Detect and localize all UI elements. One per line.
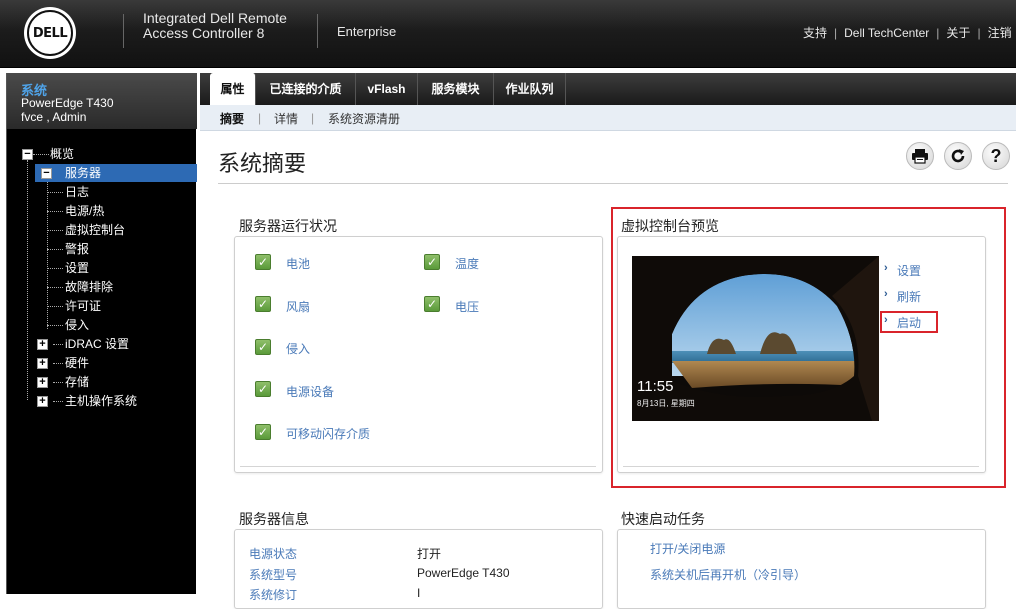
- tree-item-intrusion[interactable]: 侵入: [65, 316, 89, 334]
- tree-item-power-thermal[interactable]: 电源/热: [65, 202, 104, 220]
- product-name: Integrated Dell Remote Access Controller…: [143, 10, 287, 41]
- help-icon: ?: [990, 145, 1002, 166]
- sub-tabs: 摘要 | 详情 | 系统资源清册: [200, 105, 1016, 131]
- tree-item-host-os[interactable]: 主机操作系统: [65, 392, 137, 410]
- system-user: fvce , Admin: [21, 110, 87, 124]
- health-power-supplies-link[interactable]: 电源设备: [286, 383, 334, 400]
- subtab-system-inventory[interactable]: 系统资源清册: [328, 110, 400, 127]
- info-value-system-model: PowerEdge T430: [417, 566, 510, 580]
- status-ok-icon: ✓: [255, 381, 271, 397]
- subtab-details[interactable]: 详情: [274, 110, 298, 127]
- tree-selection: [35, 164, 197, 182]
- page-title: 系统摘要: [218, 151, 307, 176]
- health-intrusion-link[interactable]: 侵入: [286, 340, 310, 357]
- power-on-off-link[interactable]: 打开/关闭电源: [650, 540, 725, 557]
- annotation-highlight-box: [611, 207, 1006, 488]
- status-ok-icon: ✓: [255, 424, 271, 440]
- tree-item-virtual-console[interactable]: 虚拟控制台: [65, 221, 125, 239]
- info-key-power-state: 电源状态: [249, 547, 298, 561]
- print-button[interactable]: [906, 142, 934, 170]
- server-info-title: 服务器信息: [239, 511, 309, 527]
- expand-icon[interactable]: +: [37, 358, 48, 369]
- subtab-summary[interactable]: 摘要: [220, 110, 244, 127]
- tree-item-idrac-settings[interactable]: iDRAC 设置: [65, 335, 129, 353]
- tab-vflash[interactable]: vFlash: [356, 73, 418, 105]
- server-health-title: 服务器运行状况: [239, 218, 337, 234]
- info-key-system-model: 系统型号: [249, 568, 298, 582]
- health-battery-link[interactable]: 电池: [286, 255, 310, 272]
- annotation-highlight-launch: [880, 311, 938, 333]
- tab-job-queue[interactable]: 作业队列: [494, 73, 566, 105]
- sidebar: 系统 PowerEdge T430 fvce , Admin − 概览 − 服务…: [6, 73, 197, 594]
- header-divider: [123, 14, 124, 48]
- tab-attached-media[interactable]: 已连接的介质: [256, 73, 356, 105]
- expand-icon[interactable]: +: [37, 339, 48, 350]
- status-ok-icon: ✓: [255, 254, 271, 270]
- tree-item-server[interactable]: 服务器: [65, 164, 101, 182]
- title-divider: [218, 183, 1008, 184]
- support-link[interactable]: 支持: [803, 26, 827, 40]
- help-button[interactable]: ?: [982, 142, 1010, 170]
- health-temperature-link[interactable]: 温度: [455, 255, 479, 272]
- header-divider: [317, 14, 318, 48]
- dell-logo: DELL: [24, 7, 76, 59]
- health-voltage-link[interactable]: 电压: [455, 298, 479, 315]
- status-ok-icon: ✓: [424, 296, 440, 312]
- refresh-icon: [951, 149, 965, 163]
- about-link[interactable]: 关于: [946, 26, 970, 40]
- tree-item-overview[interactable]: 概览: [50, 145, 74, 163]
- expand-icon[interactable]: +: [37, 377, 48, 388]
- tab-properties[interactable]: 属性: [210, 73, 256, 105]
- info-value-system-revision: I: [417, 586, 421, 600]
- info-key-system-revision: 系统修订: [249, 588, 298, 602]
- status-ok-icon: ✓: [255, 296, 271, 312]
- tree-item-hardware[interactable]: 硬件: [65, 354, 89, 372]
- tree-item-logs[interactable]: 日志: [65, 183, 89, 201]
- edition-label: Enterprise: [337, 24, 397, 39]
- system-header[interactable]: 系统 PowerEdge T430 fvce , Admin: [7, 73, 197, 129]
- power-cycle-link[interactable]: 系统关机后再开机（冷引导）: [650, 566, 806, 583]
- health-fans-link[interactable]: 风扇: [286, 298, 310, 315]
- quick-launch-title: 快速启动任务: [621, 511, 705, 527]
- tree-item-setup[interactable]: 设置: [65, 259, 89, 277]
- tree-item-licenses[interactable]: 许可证: [65, 297, 101, 315]
- status-ok-icon: ✓: [255, 339, 271, 355]
- top-links: 支持 | Dell TechCenter | 关于 | 注销: [803, 26, 1012, 40]
- main-tabs: 属性 已连接的介质 vFlash 服务模块 作业队列: [200, 73, 1016, 105]
- refresh-button[interactable]: [944, 142, 972, 170]
- expand-icon[interactable]: +: [37, 396, 48, 407]
- collapse-icon[interactable]: −: [41, 168, 52, 179]
- tree-item-troubleshooting[interactable]: 故障排除: [65, 278, 113, 296]
- health-removable-flash-link[interactable]: 可移动闪存介质: [286, 425, 370, 442]
- status-ok-icon: ✓: [424, 254, 440, 270]
- tree-item-alerts[interactable]: 警报: [65, 240, 89, 258]
- logout-link[interactable]: 注销: [988, 26, 1012, 40]
- info-value-power-state: 打开: [417, 547, 442, 561]
- collapse-icon[interactable]: −: [22, 149, 33, 160]
- system-model: PowerEdge T430: [21, 96, 114, 110]
- tree-item-storage[interactable]: 存储: [65, 373, 89, 391]
- techcenter-link[interactable]: Dell TechCenter: [844, 26, 929, 40]
- printer-icon: [912, 149, 928, 164]
- app-header: DELL Integrated Dell Remote Access Contr…: [0, 0, 1016, 68]
- tab-service-module[interactable]: 服务模块: [418, 73, 494, 105]
